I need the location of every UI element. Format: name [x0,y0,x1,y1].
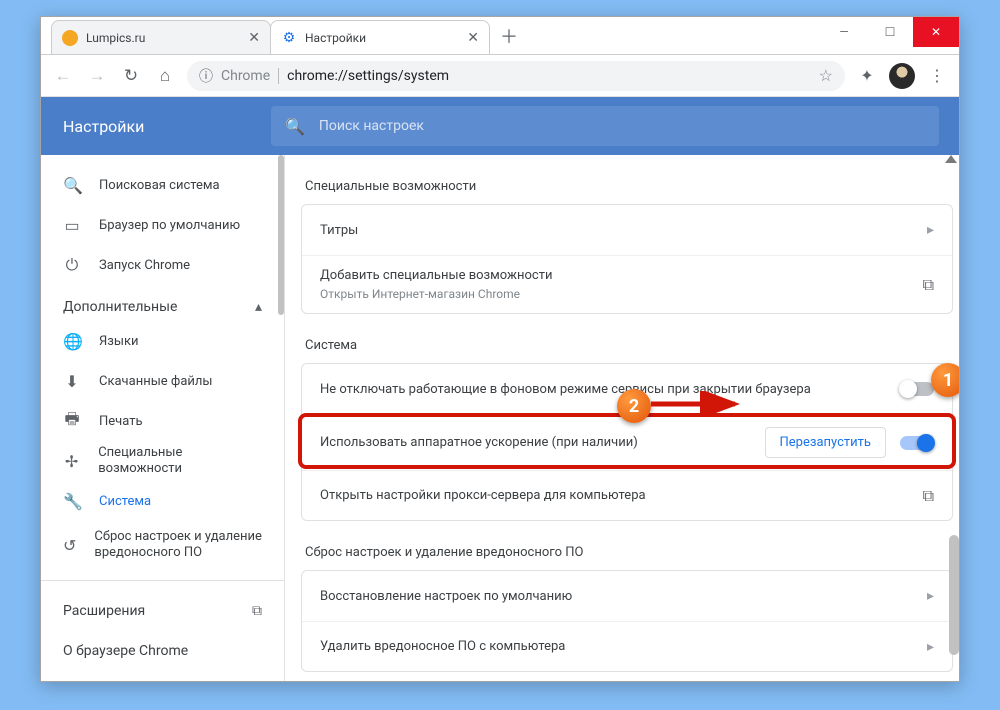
tab-label: Lumpics.ru [86,31,145,45]
sidebar-item-printing[interactable]: 🖶Печать [41,401,284,441]
tab-settings[interactable]: ⚙ Настройки ✕ [270,20,490,54]
reload-icon[interactable]: ↻ [119,64,143,88]
wrench-icon: 🔧 [63,492,81,511]
row-proxy-settings[interactable]: Открыть настройки прокси-сервера для ком… [302,470,952,520]
browser-icon: ▭ [63,216,81,235]
maximize-button[interactable]: ☐ [867,17,913,47]
chevron-up-icon: ▴ [255,299,262,315]
toggle-background-apps[interactable] [900,382,934,396]
toolbar: ← → ↻ ⌂ ⓘ Chrome chrome://settings/syste… [41,55,959,97]
open-in-new-icon: ⧉ [923,486,934,506]
row-cleanup[interactable]: Удалить вредоносное ПО с компьютера ▸ [302,621,952,671]
search-input[interactable] [319,118,925,134]
power-icon: ⏻ [63,255,81,275]
row-hardware-acceleration[interactable]: Использовать аппаратное ускорение (при н… [302,414,952,470]
relaunch-button[interactable]: Перезапустить [765,427,886,458]
titlebar: Lumpics.ru ✕ ⚙ Настройки ✕ ＋ — ☐ ✕ [41,17,959,55]
forward-icon: → [85,64,109,88]
tab-close-icon[interactable]: ✕ [248,30,260,46]
omnibox-prefix: Chrome [221,68,279,84]
sidebar-extensions[interactable]: Расширения ⧉ [41,591,284,631]
reset-icon: ↺ [63,536,76,555]
accessibility-icon: ✢ [63,452,80,471]
chevron-right-icon: ▸ [927,639,934,655]
tab-lumpics[interactable]: Lumpics.ru ✕ [51,20,271,54]
accessibility-card: Титры ▸ Добавить специальные возможности… [301,204,953,314]
system-card: Не отключать работающие в фоновом режиме… [301,363,953,521]
printer-icon: 🖶 [63,408,81,435]
sidebar-item-search-engine[interactable]: 🔍Поисковая система [41,165,284,205]
omnibox-url: chrome://settings/system [287,68,449,84]
new-tab-button[interactable]: ＋ [495,22,523,50]
close-button[interactable]: ✕ [913,17,959,47]
home-icon[interactable]: ⌂ [153,64,177,88]
profile-avatar[interactable] [889,63,915,89]
main-scrollbar[interactable] [949,535,959,655]
row-add-accessibility[interactable]: Добавить специальные возможности Открыть… [302,255,952,313]
toggle-hardware-acceleration[interactable] [900,436,934,450]
section-system-title: Система [301,332,953,363]
search-icon: 🔍 [285,117,305,136]
globe-icon: 🌐 [63,332,81,351]
settings-title: Настройки [41,117,271,136]
sidebar-advanced-toggle[interactable]: Дополнительные ▴ [41,285,284,321]
back-icon[interactable]: ← [51,64,75,88]
site-info-icon[interactable]: ⓘ [199,66,213,86]
chevron-right-icon: ▸ [927,588,934,604]
download-icon: ⬇ [63,372,81,391]
section-accessibility-title: Специальные возможности [301,173,953,204]
menu-icon[interactable]: ⋮ [925,64,949,88]
tab-close-icon[interactable]: ✕ [467,30,479,46]
reset-card: Восстановление настроек по умолчанию ▸ У… [301,570,953,672]
sidebar-item-on-startup[interactable]: ⏻Запуск Chrome [41,245,284,285]
search-icon: 🔍 [63,176,81,195]
sidebar-item-system[interactable]: 🔧Система [41,481,284,521]
row-background-apps[interactable]: Не отключать работающие в фоновом режиме… [302,364,952,414]
tab-label: Настройки [305,31,366,45]
open-in-new-icon: ⧉ [923,275,934,295]
omnibox[interactable]: ⓘ Chrome chrome://settings/system ☆ [187,61,845,91]
scroll-up-icon[interactable] [945,155,957,163]
settings-search[interactable]: 🔍 [271,106,939,146]
sidebar-item-downloads[interactable]: ⬇Скачанные файлы [41,361,284,401]
sidebar: 🔍Поисковая система ▭Браузер по умолчанию… [41,155,285,681]
section-reset-title: Сброс настроек и удаление вредоносного П… [301,539,953,570]
sidebar-item-accessibility[interactable]: ✢Специальные возможности [41,441,284,481]
row-restore-defaults[interactable]: Восстановление настроек по умолчанию ▸ [302,571,952,621]
sidebar-about[interactable]: О браузере Chrome [41,631,284,671]
sidebar-item-reset[interactable]: ↺Сброс настроек и удаление вредоносного … [41,521,284,570]
content-area: Настройки 🔍 🔍Поисковая система ▭Браузер … [41,97,959,681]
settings-body: 🔍Поисковая система ▭Браузер по умолчанию… [41,155,959,681]
open-in-new-icon: ⧉ [252,603,262,619]
main-panel: Специальные возможности Титры ▸ Добавить… [285,155,959,681]
extensions-icon[interactable]: ✦ [855,64,879,88]
browser-window: Lumpics.ru ✕ ⚙ Настройки ✕ ＋ — ☐ ✕ ← → ↻… [40,16,960,682]
sidebar-item-languages[interactable]: 🌐Языки [41,321,284,361]
sidebar-item-default-browser[interactable]: ▭Браузер по умолчанию [41,205,284,245]
favicon-settings: ⚙ [281,30,297,46]
tab-strip: Lumpics.ru ✕ ⚙ Настройки ✕ ＋ [41,17,523,54]
minimize-button[interactable]: — [821,17,867,47]
window-controls: — ☐ ✕ [821,17,959,47]
chevron-right-icon: ▸ [927,222,934,238]
row-captions[interactable]: Титры ▸ [302,205,952,255]
sidebar-scrollbar[interactable] [278,155,284,315]
bookmark-star-icon[interactable]: ☆ [819,66,833,85]
favicon-lumpics [62,30,78,46]
settings-header: Настройки 🔍 [41,97,959,155]
